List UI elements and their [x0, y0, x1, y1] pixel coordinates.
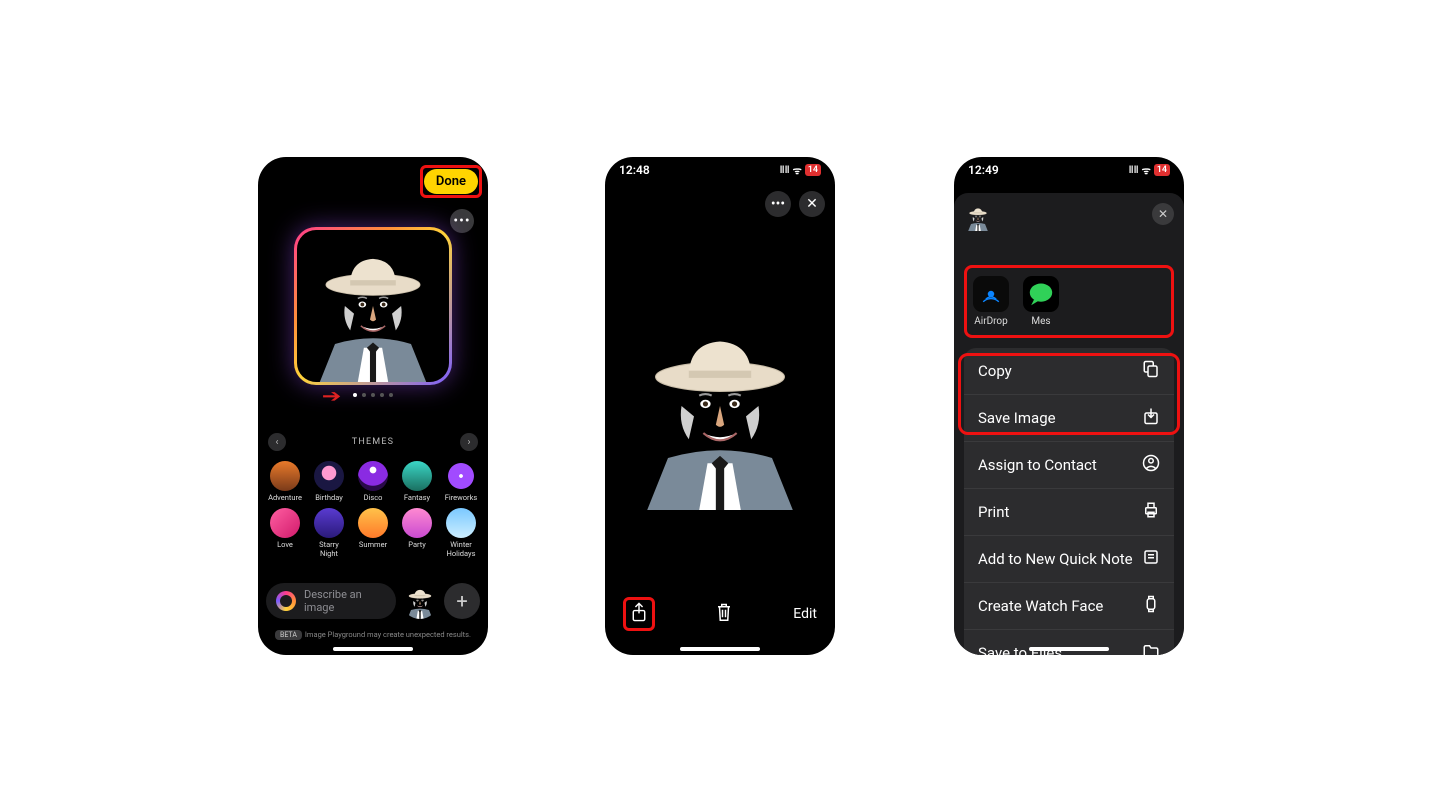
wifi-icon: ᯤ [793, 163, 802, 177]
phone-2-image-viewer: 12:48 ‖‖ ᯤ 14 ••• ✕ Edit [605, 157, 835, 655]
disclaimer-text: BETAImage Playground may create unexpect… [258, 630, 488, 639]
action-create-watch-face[interactable]: Create Watch Face [964, 583, 1174, 630]
theme-love[interactable]: Love [266, 508, 304, 558]
generated-image-preview[interactable] [294, 227, 452, 385]
share-sheet: ✕ AirDrop Mes Copy [954, 193, 1184, 655]
action-save-image[interactable]: Save Image [964, 395, 1174, 442]
theme-fantasy[interactable]: Fantasy [398, 461, 436, 502]
print-icon [1142, 501, 1160, 523]
image-full-view[interactable] [616, 297, 824, 515]
save-icon [1142, 407, 1160, 429]
highlight-done: Done [420, 165, 482, 198]
playground-icon [276, 591, 296, 611]
page-dots [353, 393, 393, 397]
theme-disco[interactable]: Disco [354, 461, 392, 502]
themes-section: ‹ THEMES › Adventure Birthday Disco Fant… [258, 437, 488, 558]
share-thumbnail [964, 203, 992, 231]
share-actions-list: Copy Save Image Assign to Contact Print … [964, 348, 1174, 655]
phone-3-share-sheet: 12:49 ‖‖ ᯤ 14 ✕ AirDrop [954, 157, 1184, 655]
battery-indicator: 14 [1154, 164, 1170, 176]
themes-prev-button[interactable]: ‹ [268, 433, 286, 451]
theme-party[interactable]: Party [398, 508, 436, 558]
delete-button[interactable] [715, 602, 733, 626]
themes-next-button[interactable]: › [460, 433, 478, 451]
annotation-arrow: ➔ [322, 386, 342, 407]
share-target-messages[interactable]: Mes [1023, 276, 1059, 327]
signal-icon: ‖‖ [1129, 165, 1139, 176]
more-button[interactable]: ••• [450, 209, 474, 233]
theme-starry-night[interactable]: Starry Night [310, 508, 348, 558]
home-indicator [1029, 647, 1109, 651]
home-indicator [680, 647, 760, 651]
share-target-airdrop[interactable]: AirDrop [973, 276, 1009, 327]
more-button[interactable]: ••• [765, 191, 791, 217]
messages-icon [1023, 276, 1059, 312]
theme-fireworks[interactable]: Fireworks [442, 461, 480, 502]
theme-summer[interactable]: Summer [354, 508, 392, 558]
highlight-share-targets: AirDrop Mes [964, 265, 1174, 338]
source-photo-chip[interactable] [402, 583, 438, 619]
wifi-icon: ᯤ [1142, 163, 1151, 177]
status-time: 12:48 [619, 163, 650, 177]
add-concept-button[interactable]: + [444, 583, 480, 619]
close-button[interactable]: ✕ [1152, 203, 1174, 225]
home-indicator [333, 647, 413, 651]
theme-winter-holidays[interactable]: Winter Holidays [442, 508, 480, 558]
note-icon [1142, 548, 1160, 570]
edit-button[interactable]: Edit [793, 606, 817, 622]
highlight-share [623, 597, 655, 631]
prompt-placeholder: Describe an image [304, 588, 386, 614]
action-add-to-quick-note[interactable]: Add to New Quick Note [964, 536, 1174, 583]
done-button[interactable]: Done [424, 169, 478, 194]
status-bar: 12:48 ‖‖ ᯤ 14 [605, 157, 835, 183]
watch-icon [1142, 595, 1160, 617]
beta-badge: BETA [275, 630, 302, 640]
contact-icon [1142, 454, 1160, 476]
share-button[interactable] [630, 607, 648, 626]
battery-indicator: 14 [805, 164, 821, 176]
prompt-input[interactable]: Describe an image [266, 583, 396, 619]
copy-icon [1142, 360, 1160, 382]
action-copy[interactable]: Copy [964, 348, 1174, 395]
close-button[interactable]: ✕ [799, 191, 825, 217]
status-bar: 12:49 ‖‖ ᯤ 14 [954, 157, 1184, 183]
phone-1-image-playground: Done ••• ➔ ‹ THEMES › Adventure Birthday… [258, 157, 488, 655]
files-icon [1142, 642, 1160, 655]
action-print[interactable]: Print [964, 489, 1174, 536]
themes-header: THEMES [258, 437, 488, 447]
theme-birthday[interactable]: Birthday [310, 461, 348, 502]
status-time: 12:49 [968, 163, 999, 177]
action-assign-to-contact[interactable]: Assign to Contact [964, 442, 1174, 489]
theme-adventure[interactable]: Adventure [266, 461, 304, 502]
action-save-to-files[interactable]: Save to Files [964, 630, 1174, 655]
signal-icon: ‖‖ [780, 165, 790, 176]
airdrop-icon [973, 276, 1009, 312]
